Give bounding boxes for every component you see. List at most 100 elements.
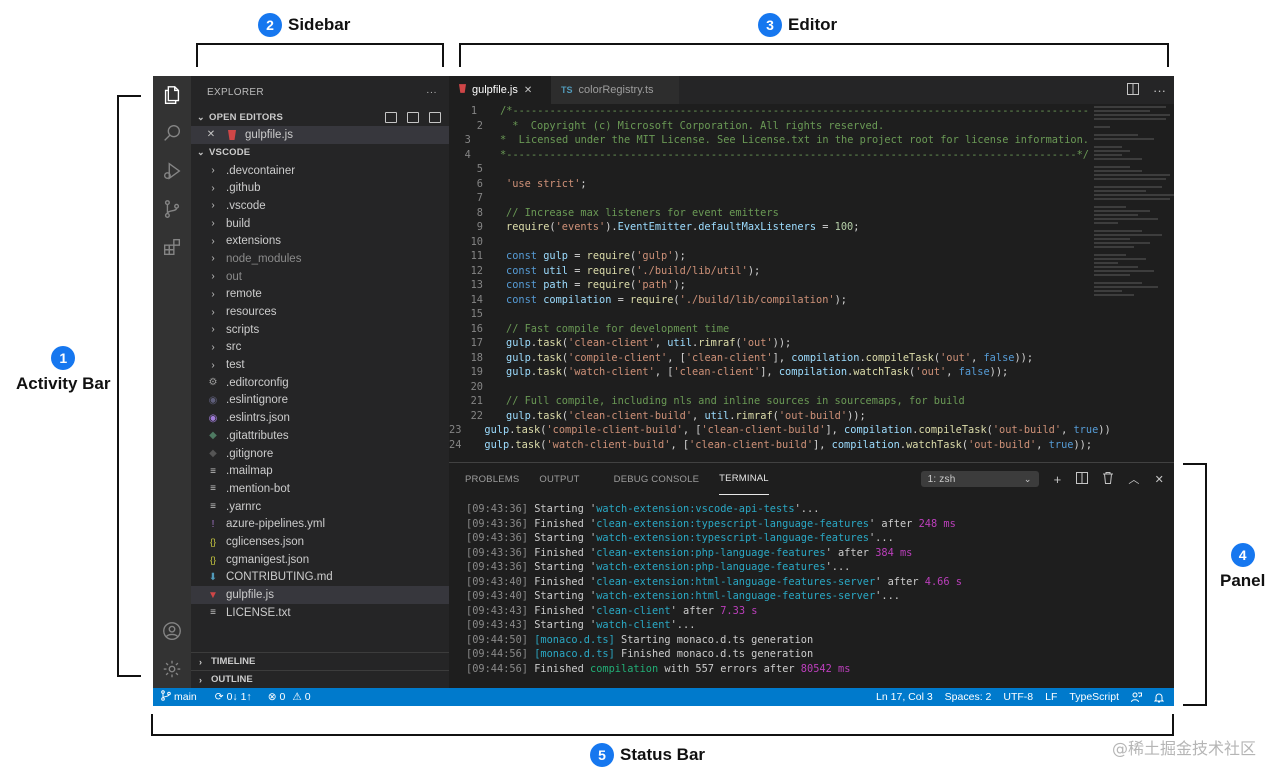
extensions-icon[interactable] [153, 228, 191, 266]
tree-item[interactable]: › out [191, 268, 449, 286]
terminal-token: [09:43:43] [466, 604, 528, 617]
line-number: 18 [470, 351, 483, 364]
split-terminal-icon[interactable] [1076, 471, 1089, 487]
tree-item[interactable]: ◆ .gitattributes [191, 427, 449, 445]
language-mode[interactable]: TypeScript [1063, 691, 1125, 703]
more-actions-icon[interactable]: ··· [1153, 83, 1166, 98]
tree-item[interactable]: › resources [191, 303, 449, 321]
cursor-position[interactable]: Ln 17, Col 3 [870, 691, 939, 703]
tree-item[interactable]: ≡ .mailmap [191, 462, 449, 480]
search-icon[interactable] [153, 114, 191, 152]
encoding[interactable]: UTF-8 [997, 691, 1039, 703]
tree-item-label: test [226, 359, 245, 372]
new-terminal-icon[interactable]: + [1054, 472, 1062, 487]
tree-item[interactable]: ⬇ CONTRIBUTING.md [191, 569, 449, 587]
code-token: require [586, 279, 631, 292]
new-untitled-file-icon[interactable] [385, 111, 397, 123]
line-number: 16 [470, 322, 483, 335]
minimap-line [1094, 238, 1130, 240]
chevron-right-icon: › [211, 341, 215, 353]
minimap[interactable] [1094, 104, 1174, 364]
terminal-token: Finished ' [528, 546, 597, 559]
tree-item[interactable]: ◆ .gitignore [191, 445, 449, 463]
feedback-icon[interactable] [1125, 692, 1148, 703]
tree-item[interactable]: › src [191, 339, 449, 357]
tree-item[interactable]: › extensions [191, 232, 449, 250]
tree-item-label: gulpfile.js [226, 589, 274, 602]
tree-item[interactable]: › remote [191, 286, 449, 304]
indentation[interactable]: Spaces: 2 [939, 691, 998, 703]
problems-indicator[interactable]: ⊗ 0 ⚠ 0 [262, 691, 317, 703]
line-content: gulp.task('clean-client-build', util.rim… [483, 410, 866, 422]
notifications-bell-icon[interactable] [1148, 692, 1170, 703]
terminal-select[interactable]: 1: zsh ⌄ [920, 471, 1039, 487]
tree-item[interactable]: ≡ .yarnrc [191, 498, 449, 516]
tree-item[interactable]: {} cglicenses.json [191, 533, 449, 551]
tab-output[interactable]: OUTPUT [539, 463, 579, 495]
code-token: , [ [670, 438, 690, 451]
run-debug-icon[interactable] [153, 152, 191, 190]
timeline-section[interactable]: › TIMELINE [191, 652, 449, 670]
tree-item[interactable]: ▼ gulpfile.js [191, 586, 449, 604]
settings-gear-icon[interactable] [153, 650, 191, 688]
tree-item[interactable]: ⚙ .editorconfig [191, 374, 449, 392]
tree-item[interactable]: ≡ LICENSE.txt [191, 604, 449, 622]
split-editor-icon[interactable] [1127, 82, 1139, 98]
end-of-line[interactable]: LF [1039, 691, 1063, 703]
tree-item[interactable]: › .vscode [191, 197, 449, 215]
tree-item-label: resources [226, 306, 277, 319]
folder-section[interactable]: ⌄ VSCODE [191, 144, 449, 162]
annotation-activity-bar: 1 Activity Bar [16, 346, 110, 394]
tree-item[interactable]: › build [191, 215, 449, 233]
source-control-icon[interactable] [153, 190, 191, 228]
tree-item[interactable]: › test [191, 356, 449, 374]
code-token: 100 [834, 221, 854, 234]
open-editors-section[interactable]: ⌄ OPEN EDITORS [191, 108, 449, 126]
code-token: true [1073, 424, 1099, 437]
code-area[interactable]: 1 /*-------------------------------------… [449, 104, 1111, 452]
branch-indicator[interactable]: main [153, 690, 203, 704]
code-token: )); [1073, 438, 1093, 451]
code-token: const [506, 293, 544, 306]
tree-item[interactable]: › .devcontainer [191, 162, 449, 180]
save-all-icon[interactable] [407, 111, 419, 123]
close-tab-icon[interactable]: ✕ [524, 85, 532, 96]
tree-item[interactable]: › .github [191, 179, 449, 197]
close-panel-icon[interactable]: ✕ [1155, 473, 1164, 486]
line-number: 19 [470, 366, 483, 379]
tab-terminal[interactable]: TERMINAL [719, 463, 769, 495]
tree-item[interactable]: ≡ .mention-bot [191, 480, 449, 498]
tree-item-label: build [226, 217, 251, 230]
files-icon[interactable] [153, 76, 191, 114]
annotation-label: Panel [1220, 571, 1266, 590]
terminal-output[interactable]: [09:43:36] Starting 'watch-extension:vsc… [449, 495, 1174, 677]
minimap-line [1094, 282, 1142, 284]
account-icon[interactable] [153, 612, 191, 650]
tree-item[interactable]: ◉ .eslintignore [191, 392, 449, 410]
close-all-icon[interactable] [429, 111, 441, 123]
maximize-panel-icon[interactable]: ︿ [1128, 471, 1139, 487]
open-editor-item[interactable]: ✕ gulpfile.js [191, 126, 449, 144]
tree-item[interactable]: › node_modules [191, 250, 449, 268]
sync-indicator[interactable]: ⟳ 0↓ 1↑ [209, 691, 258, 703]
code-token: watchTask [853, 366, 910, 379]
line-number: 5 [476, 163, 483, 176]
code-line: 12 const util = require('./build/lib/util… [449, 264, 1089, 279]
close-icon[interactable]: ✕ [203, 129, 219, 140]
outline-section[interactable]: › OUTLINE [191, 670, 449, 688]
chevron-right-icon: › [211, 271, 215, 283]
settings-file-icon: ⚙ [208, 377, 218, 389]
tab-colorregistry[interactable]: TS colorRegistry.ts [551, 76, 679, 104]
tab-problems[interactable]: PROBLEMS [465, 463, 519, 495]
tree-item[interactable]: ! azure-pipelines.yml [191, 515, 449, 533]
minimap-line [1094, 190, 1146, 192]
kill-terminal-icon[interactable] [1103, 471, 1114, 487]
code-token: './build/lib/util' [636, 264, 748, 277]
tab-debug-console[interactable]: DEBUG CONSOLE [614, 463, 699, 495]
more-actions-icon[interactable]: ··· [426, 87, 437, 98]
tab-gulpfile[interactable]: gulpfile.js ✕ [449, 76, 551, 104]
tree-item[interactable]: ◉ .eslintrs.json [191, 409, 449, 427]
tree-item[interactable]: › scripts [191, 321, 449, 339]
minimap-line [1094, 234, 1162, 236]
tree-item[interactable]: {} cgmanigest.json [191, 551, 449, 569]
